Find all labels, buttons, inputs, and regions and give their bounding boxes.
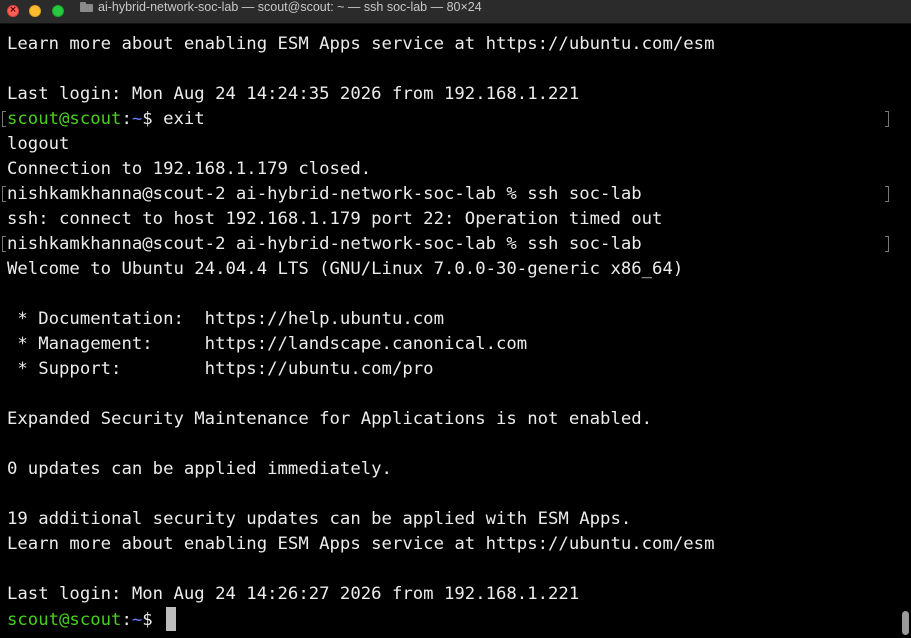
- terminal-line: scout@scout:~$ exit: [2, 107, 895, 132]
- terminal-line: Connection to 192.168.1.179 closed.: [7, 157, 895, 182]
- text-cursor: [166, 607, 177, 631]
- terminal-line-text: Connection to 192.168.1.179 closed.: [7, 159, 372, 179]
- terminal-line: * Management: https://landscape.canonica…: [7, 332, 895, 357]
- prompt-path: ~: [131, 109, 143, 129]
- prompt-path: ~: [131, 610, 143, 630]
- terminal-line-text: ssh: connect to host 192.168.1.179 port …: [7, 209, 663, 229]
- command-mark-left: [2, 236, 6, 252]
- terminal-line-text: Learn more about enabling ESM Apps servi…: [7, 534, 715, 554]
- minimize-window-button[interactable]: [29, 5, 41, 17]
- close-window-button[interactable]: ×: [7, 5, 19, 17]
- command-mark-right: [885, 236, 889, 252]
- window-title-text: ai-hybrid-network-soc-lab — scout@scout:…: [98, 0, 482, 14]
- terminal-line-text: nishkamkhanna@scout-2 ai-hybrid-network-…: [7, 184, 642, 204]
- title-bar[interactable]: × ai-hybrid-network-soc-lab — scout@scou…: [0, 0, 911, 24]
- terminal-line: Expanded Security Maintenance for Applic…: [7, 407, 895, 432]
- terminal-line: 0 updates can be applied immediately.: [7, 457, 895, 482]
- command-mark-left: [2, 111, 6, 127]
- terminal-line: Learn more about enabling ESM Apps servi…: [7, 32, 895, 57]
- prompt-symbol: $: [142, 109, 153, 129]
- terminal-line-text: Learn more about enabling ESM Apps servi…: [7, 34, 715, 54]
- terminal-line-text: Last login: Mon Aug 24 14:24:35 2026 fro…: [7, 84, 580, 104]
- scrollbar[interactable]: [899, 26, 911, 638]
- terminal-line: Welcome to Ubuntu 24.04.4 LTS (GNU/Linux…: [7, 257, 895, 282]
- folder-icon: [80, 2, 93, 12]
- terminal-line-text: logout: [7, 134, 70, 154]
- terminal-line: nishkamkhanna@scout-2 ai-hybrid-network-…: [2, 182, 895, 207]
- prompt-user: scout@scout: [7, 109, 122, 129]
- prompt-symbol: $: [142, 610, 153, 630]
- terminal-window: × ai-hybrid-network-soc-lab — scout@scou…: [0, 0, 911, 638]
- terminal-line-text: nishkamkhanna@scout-2 ai-hybrid-network-…: [7, 234, 642, 254]
- terminal-line-text: * Documentation: https://help.ubuntu.com: [7, 309, 444, 329]
- terminal-line: ssh: connect to host 192.168.1.179 port …: [7, 207, 895, 232]
- terminal-output[interactable]: Learn more about enabling ESM Apps servi…: [2, 32, 895, 638]
- terminal-line: Last login: Mon Aug 24 14:26:27 2026 fro…: [7, 582, 895, 607]
- prompt-separator: :: [121, 109, 132, 129]
- terminal-line: logout: [7, 132, 895, 157]
- terminal-line-text: * Management: https://landscape.canonica…: [7, 334, 528, 354]
- terminal-line: 19 additional security updates can be ap…: [7, 507, 895, 532]
- terminal-line-text: 0 updates can be applied immediately.: [7, 459, 392, 479]
- command-text: exit: [152, 109, 205, 129]
- terminal-line: * Support: https://ubuntu.com/pro: [7, 357, 895, 382]
- terminal-line-text: 19 additional security updates can be ap…: [7, 509, 632, 529]
- close-icon: ×: [9, 5, 17, 15]
- command-mark-right: [885, 186, 889, 202]
- command-text: [153, 610, 163, 630]
- scrollbar-thumb[interactable]: [902, 611, 909, 635]
- zoom-window-button[interactable]: [52, 5, 64, 17]
- window-title: ai-hybrid-network-soc-lab — scout@scout:…: [80, 0, 482, 24]
- terminal-line: * Documentation: https://help.ubuntu.com: [7, 307, 895, 332]
- terminal-line-text: * Support: https://ubuntu.com/pro: [7, 359, 434, 379]
- terminal-line: Last login: Mon Aug 24 14:24:35 2026 fro…: [7, 82, 895, 107]
- terminal-line: scout@scout:~$: [7, 607, 895, 632]
- command-mark-right: [885, 111, 889, 127]
- terminal-line-text: Expanded Security Maintenance for Applic…: [7, 409, 653, 429]
- terminal-line: Learn more about enabling ESM Apps servi…: [7, 532, 895, 557]
- prompt-user: scout@scout: [7, 610, 122, 630]
- terminal-line-text: Welcome to Ubuntu 24.04.4 LTS (GNU/Linux…: [7, 259, 684, 279]
- command-mark-left: [2, 186, 6, 202]
- terminal-line: nishkamkhanna@scout-2 ai-hybrid-network-…: [2, 232, 895, 257]
- prompt-separator: :: [121, 610, 132, 630]
- terminal-line-text: Last login: Mon Aug 24 14:26:27 2026 fro…: [7, 584, 580, 604]
